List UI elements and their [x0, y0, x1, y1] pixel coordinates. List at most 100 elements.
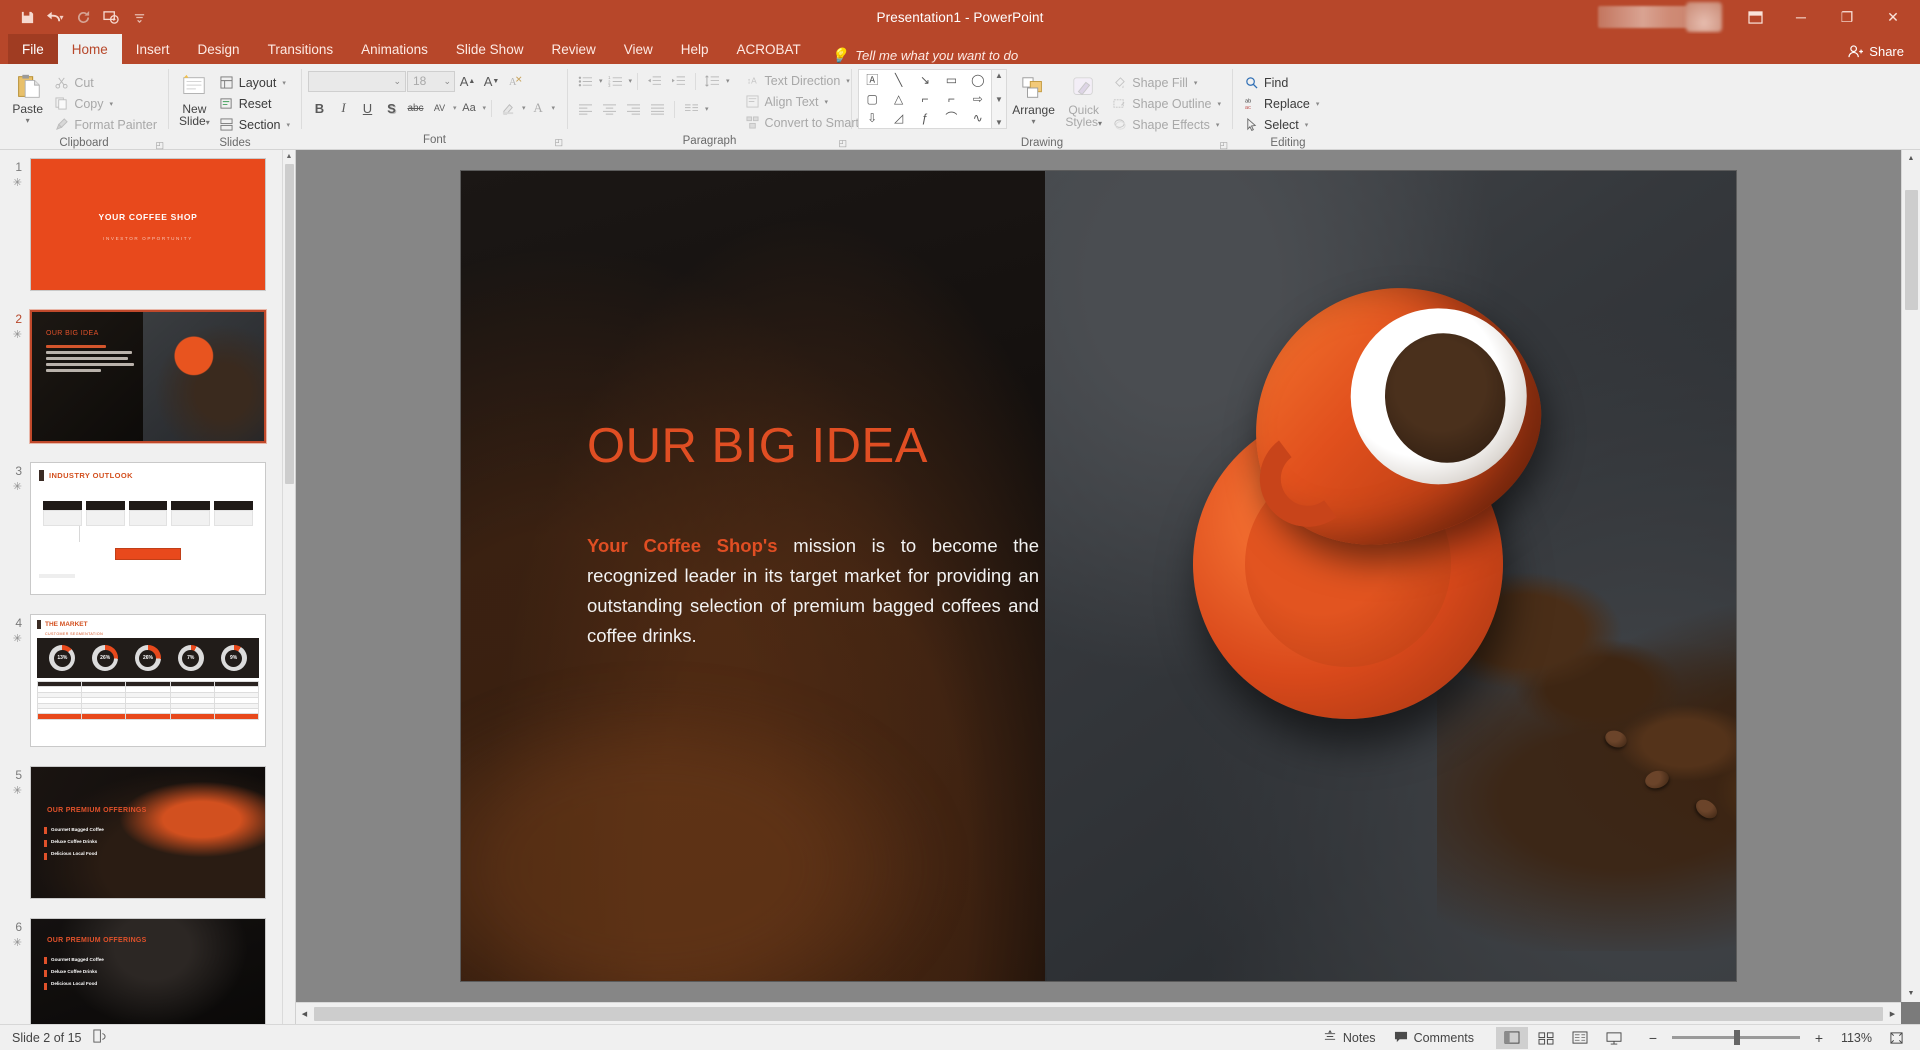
- customize-qat-icon[interactable]: [126, 5, 152, 29]
- layout-caret[interactable]: ▾: [282, 79, 286, 87]
- text-highlight-color-button[interactable]: [497, 97, 520, 119]
- format-painter-button[interactable]: Format Painter: [49, 114, 162, 135]
- change-case-caret[interactable]: ▾: [483, 104, 487, 112]
- shapes-gallery-scroll[interactable]: ▲ ▼ ▼: [992, 69, 1007, 129]
- character-spacing-button[interactable]: AV: [428, 97, 451, 119]
- redo-icon[interactable]: [70, 5, 96, 29]
- quick-styles-caret[interactable]: ▾: [1098, 119, 1102, 128]
- increase-font-size-button[interactable]: A ▲: [456, 70, 479, 92]
- canvas-scroll-down-icon[interactable]: ▼: [1902, 985, 1920, 1002]
- decrease-indent-button[interactable]: [643, 70, 666, 92]
- copy-button[interactable]: Copy ▾: [49, 93, 162, 114]
- section-button[interactable]: Section ▾: [214, 114, 295, 135]
- align-center-button[interactable]: [598, 98, 621, 120]
- thumbnail-slide-1[interactable]: ☕ YOUR COFFEE SHOP INVESTOR OPPORTUNITY: [30, 158, 266, 291]
- shapes-gallery[interactable]: 🄰 ╲ ↘ ▭ ◯ ▢ △ ⌐ ⌐ ⇨ ⇩ ◿ ƒ ⌒ ∿: [858, 69, 992, 129]
- canvas-vscroll-thumb[interactable]: [1905, 190, 1918, 310]
- undo-icon[interactable]: ▾: [42, 5, 68, 29]
- bullets-caret[interactable]: ▾: [599, 77, 603, 85]
- shape-oval-icon[interactable]: ◯: [971, 74, 984, 86]
- minimize-button[interactable]: ─: [1778, 2, 1824, 32]
- align-left-button[interactable]: [574, 98, 597, 120]
- canvas-hscroll-thumb[interactable]: [314, 1007, 1883, 1021]
- character-spacing-caret[interactable]: ▾: [453, 104, 457, 112]
- font-color-button[interactable]: A: [527, 97, 550, 119]
- tab-animations[interactable]: Animations: [347, 34, 442, 64]
- font-dialog-launcher[interactable]: ◰: [554, 134, 563, 151]
- notes-button[interactable]: Notes: [1315, 1026, 1384, 1050]
- tab-review[interactable]: Review: [537, 34, 609, 64]
- replace-button[interactable]: ab ac Replace ▾: [1239, 93, 1324, 114]
- fit-to-window-button[interactable]: [1880, 1027, 1912, 1049]
- tell-me-search[interactable]: 💡 Tell me what you want to do: [815, 47, 1018, 64]
- save-icon[interactable]: [14, 5, 40, 29]
- canvas-scroll-up-icon[interactable]: ▲: [1902, 150, 1920, 167]
- thumbnail-scroll-thumb[interactable]: [285, 164, 294, 484]
- list-item[interactable]: 5 ✳ OUR PREMIUM OFFERINGS Gourmet Bagged …: [0, 766, 282, 899]
- numbering-button[interactable]: 123: [604, 70, 627, 92]
- shape-curve-icon[interactable]: ⌒: [945, 112, 957, 124]
- list-item[interactable]: 3 ✳ INDUSTRY OUTLOOK: [0, 462, 282, 595]
- shape-fill-caret[interactable]: ▾: [1194, 79, 1198, 87]
- font-name-input[interactable]: ⌄: [308, 70, 406, 92]
- slide-sorter-button[interactable]: [1530, 1027, 1562, 1049]
- text-direction-caret[interactable]: ▾: [846, 77, 850, 85]
- new-slide-caret[interactable]: ▾: [206, 118, 210, 127]
- bullets-button[interactable]: [574, 70, 597, 92]
- shape-flowchart-icon[interactable]: ◿: [894, 112, 903, 124]
- share-button[interactable]: Share: [1848, 44, 1904, 59]
- underline-button[interactable]: U: [356, 97, 379, 119]
- thumbnail-slide-4[interactable]: THE MARKET CUSTOMER SEGMENTATION 13% 26%…: [30, 614, 266, 747]
- italic-button[interactable]: I: [332, 97, 355, 119]
- shape-textbox-icon[interactable]: 🄰: [866, 74, 878, 86]
- select-button[interactable]: Select ▾: [1239, 114, 1324, 135]
- shape-triangle-icon[interactable]: △: [894, 93, 903, 105]
- reading-view-button[interactable]: [1564, 1027, 1596, 1049]
- canvas-horizontal-scrollbar[interactable]: ◀ ▶: [296, 1002, 1901, 1024]
- list-item[interactable]: 6 ✳ OUR PREMIUM OFFERINGS Gourmet Bagged …: [0, 918, 282, 1024]
- font-size-caret[interactable]: ⌄: [443, 76, 451, 87]
- replace-caret[interactable]: ▾: [1316, 100, 1320, 108]
- reset-button[interactable]: Reset: [214, 93, 295, 114]
- strikethrough-button[interactable]: abc: [404, 97, 427, 119]
- align-right-button[interactable]: [622, 98, 645, 120]
- tab-home[interactable]: Home: [57, 34, 122, 64]
- font-name-caret[interactable]: ⌄: [393, 76, 401, 87]
- thumbnail-scroll-up-icon[interactable]: ▲: [283, 150, 295, 164]
- shape-arrow-icon[interactable]: ↘: [920, 74, 930, 86]
- canvas-vertical-scrollbar[interactable]: ▲ ▼: [1901, 150, 1920, 1002]
- list-item[interactable]: 2 ✳ OUR BIG IDEA: [0, 309, 282, 444]
- zoom-slider[interactable]: [1672, 1030, 1800, 1045]
- undo-dropdown-caret[interactable]: ▾: [59, 13, 63, 22]
- tab-view[interactable]: View: [610, 34, 667, 64]
- canvas-scroll-left-icon[interactable]: ◀: [296, 1003, 313, 1024]
- gallery-more-icon[interactable]: ▼: [995, 118, 1003, 127]
- align-text-caret[interactable]: ▾: [825, 98, 829, 106]
- columns-caret[interactable]: ▾: [705, 105, 709, 113]
- numbering-caret[interactable]: ▾: [629, 77, 633, 85]
- list-item[interactable]: 1✳ ☕ YOUR COFFEE SHOP INVESTOR OPPORTUNI…: [0, 158, 282, 291]
- tab-transitions[interactable]: Transitions: [254, 34, 348, 64]
- tab-insert[interactable]: Insert: [122, 34, 184, 64]
- arrange-caret[interactable]: ▾: [1032, 117, 1036, 126]
- find-button[interactable]: Find: [1239, 72, 1324, 93]
- tab-design[interactable]: Design: [184, 34, 254, 64]
- quick-styles-button[interactable]: Quick Styles▾: [1060, 69, 1107, 130]
- accessibility-checker-icon[interactable]: [92, 1029, 106, 1047]
- list-item[interactable]: 4 ✳ THE MARKET CUSTOMER SEGMENTATION 13% …: [0, 614, 282, 747]
- tab-acrobat[interactable]: ACROBAT: [723, 34, 815, 64]
- new-slide-button[interactable]: New Slide▾: [175, 68, 214, 129]
- normal-view-button[interactable]: [1496, 1026, 1528, 1049]
- bold-button[interactable]: B: [308, 97, 331, 119]
- change-case-button[interactable]: Aa: [458, 97, 481, 119]
- font-color-caret[interactable]: ▾: [552, 104, 556, 112]
- thumbnail-slide-5[interactable]: OUR PREMIUM OFFERINGS Gourmet Bagged Cof…: [30, 766, 266, 899]
- current-slide[interactable]: OUR BIG IDEA Your Coffee Shop's mission …: [461, 171, 1736, 981]
- slide-show-button[interactable]: [1598, 1027, 1630, 1049]
- shape-down-arrow-icon[interactable]: ⇩: [867, 112, 877, 124]
- cut-button[interactable]: Cut: [49, 72, 162, 93]
- thumbnail-slide-6[interactable]: OUR PREMIUM OFFERINGS Gourmet Bagged Cof…: [30, 918, 266, 1024]
- shape-rectangle-icon[interactable]: ▭: [946, 74, 957, 86]
- zoom-slider-thumb[interactable]: [1734, 1030, 1740, 1045]
- zoom-out-button[interactable]: −: [1644, 1030, 1662, 1046]
